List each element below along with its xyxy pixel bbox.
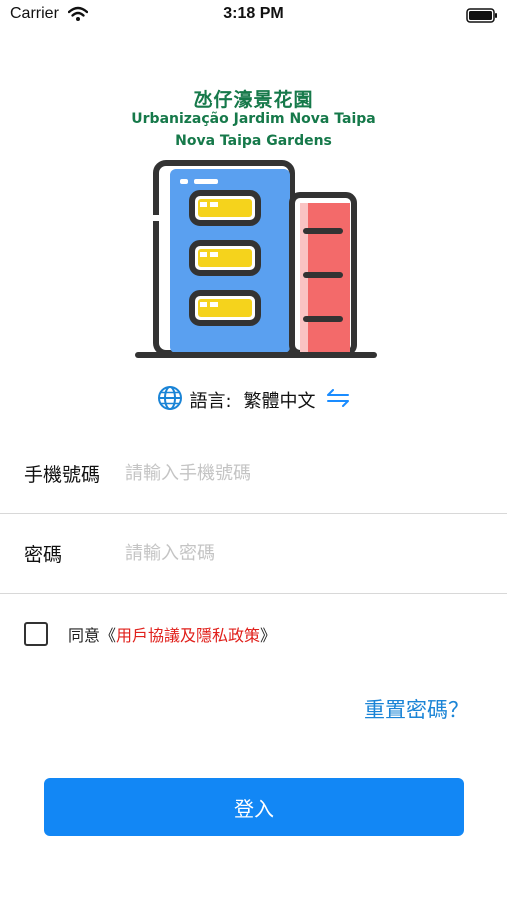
status-time: 3:18 PM [223,5,284,22]
phone-input[interactable] [125,462,507,484]
phone-row: 手機號碼 [0,433,507,513]
battery-icon [466,8,498,28]
agree-checkbox[interactable] [24,622,48,646]
agree-prefix: 同意《 [68,626,117,645]
agreement-row: 同意《 用戶協議及隱私政策》 [24,622,276,646]
login-button[interactable]: 登入 [44,778,464,836]
divider [0,593,507,594]
agree-suffix: 》 [260,626,277,645]
password-input[interactable] [125,542,507,564]
language-value[interactable]: 繁體中文 [244,387,316,413]
policy-link[interactable]: 用戶協議及隱私政策 [116,622,260,646]
swap-icon[interactable] [326,388,350,412]
globe-icon [157,385,183,415]
app-title-english: Nova Taipa Gardens [175,133,332,149]
password-row: 密碼 [0,513,507,593]
password-label: 密碼 [24,543,63,566]
app-title-portuguese: Urbanização Jardim Nova Taipa [131,111,376,127]
buildings-illustration [134,155,378,369]
app-title-chinese: 氹仔濠景花園 [193,89,314,111]
language-selector[interactable]: 語言: 繁體中文 [0,385,507,415]
language-label: 語言: [189,391,232,412]
reset-password-link[interactable]: 重置密碼？ [364,694,469,724]
status-bar: Carrier 3:18 PM [0,0,507,30]
phone-label: 手機號碼 [24,463,101,486]
